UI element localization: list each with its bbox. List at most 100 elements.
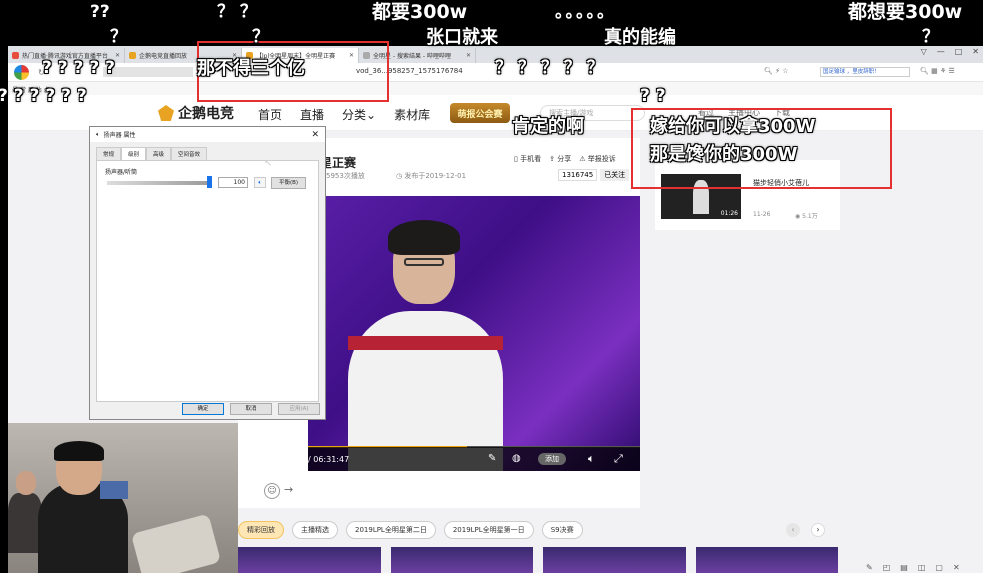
video-frame-person [348,220,503,471]
danmaku-comment: 嫁给你可以拿300W [650,116,816,137]
share-icon: ⇪ [549,155,555,163]
danmaku-comment: ？ [110,27,127,47]
tab-levels[interactable]: 级别 [121,147,147,160]
url-blur [103,67,193,77]
bookmarks-bar: 最 常 用 站 点 [8,82,983,95]
minimize-icon[interactable]: — [937,47,945,56]
danmaku-comment: ? ? ? ? ? [42,58,115,78]
tab-favicon-icon [12,52,19,59]
publish-date: ◷ 发布于2019-12-01 [396,172,467,180]
site-logo[interactable]: 企鹅电竞 [158,103,234,123]
danmaku-comment: 都要300w [372,1,468,23]
video-player[interactable] [308,196,640,471]
dialog-tabs: 常规 级别 高级 空间音效 [90,142,325,160]
danmaku-comment: 那不得三个亿 [197,58,305,79]
guild-event-badge[interactable]: 萌报公会赛 [450,103,510,123]
mute-toggle-icon[interactable]: 🔈︎ [254,177,266,188]
tab-general[interactable]: 常规 [96,147,122,160]
chip-streamer-picks[interactable]: 主播精选 [292,521,338,539]
danmaku-comment: ? ? [640,86,666,106]
volume-value-field[interactable]: 100 [218,177,248,188]
nav-category[interactable]: 分类⌄ [342,106,376,123]
tab-favicon-icon [129,52,136,59]
mouse-cursor-icon: ↖ [264,158,273,169]
fullscreen-icon[interactable]: ⤢ [614,452,623,466]
chevron-left-icon[interactable]: ‹ [786,523,800,537]
chevron-down-icon: ⌄ [366,108,377,122]
nav-material[interactable]: 素材库 [394,106,430,123]
site-nav: 首页 直播 分类⌄ 素材库 [258,106,430,123]
chip-allstar-day1[interactable]: 2019LPL全明星第一日 [443,521,534,539]
volume-icon[interactable]: 🔈︎ [588,452,595,466]
balance-button[interactable]: 平衡(B) [271,177,306,189]
tab-close-icon[interactable]: ✕ [115,52,120,59]
maximize-icon[interactable]: □ [955,47,963,56]
follow-button[interactable]: 已关注 [600,169,630,181]
video-actions: ▯ 手机看 ⇪ 分享 ⚠ 举报投诉 [514,154,616,164]
close-icon[interactable]: ✕ [972,47,979,56]
danmaku-icon[interactable]: ◍ [512,453,521,464]
fan-count: 1316745 [558,169,598,181]
speaker-icon: 🔈︎ [96,130,100,138]
dialog-title-bar: 🔈︎ 扬声器 属性 ✕ [90,127,325,142]
zoom-icon[interactable]: 🔍︎ ⚡ ☆ [764,67,789,75]
chip-s9-final[interactable]: S9决赛 [541,521,583,539]
note-icon[interactable]: ✎ [488,453,496,464]
chip-highlight-replay[interactable]: 精彩回放 [238,521,284,539]
penguin-logo-icon [158,105,174,121]
close-icon[interactable]: ✕ [311,130,319,140]
report-button[interactable]: ⚠ 举报投诉 [579,154,616,164]
toolbar-icons[interactable]: 🔍︎ ▦ ⚘ ☰ [920,67,955,75]
danmaku-comment: 。。。。。 [555,2,616,22]
ok-button[interactable]: 确定 [182,403,224,415]
danmaku-comment: ？ ？ [217,2,257,22]
phone-icon: ▯ [514,155,518,163]
replay-thumbnail[interactable] [695,547,838,573]
tab-close-icon[interactable]: ✕ [466,52,471,59]
danmaku-comment: ？ [252,27,269,47]
tab-advanced[interactable]: 高级 [146,147,172,160]
duration: 01:26 [720,210,738,217]
danmaku-comment: 那是馋你的300W [650,144,798,165]
share-button[interactable]: ⇪ 分享 [549,154,571,164]
volume-slider[interactable] [107,181,212,185]
window-controls: ▽ — □ ✕ [921,47,979,56]
recommend-views: ◉ 5.1万 [795,213,818,220]
chip-allstar-day2[interactable]: 2019LPL全明星第二日 [346,521,436,539]
apply-button[interactable]: 应用(A) [278,403,320,415]
view-count: 5953次播放 [326,172,365,180]
warning-icon: ⚠ [579,155,586,163]
danmaku-comment: 肯定的啊 [512,116,584,137]
level-label: 扬声器/听筒 [105,169,138,176]
cancel-button[interactable]: 取消 [230,403,272,415]
danmaku-comment: 都想要300w [848,1,963,23]
danmaku-comment: 张口就来 [426,27,498,48]
danmaku-comment: ? ? ? ? ? ? [0,86,87,106]
levels-panel: 扬声器/听筒 100 🔈︎ 平衡(B) [96,160,319,402]
chevron-right-icon[interactable]: › [811,523,825,537]
mobile-view-button[interactable]: ▯ 手机看 [514,154,541,164]
replay-thumbnail[interactable] [390,547,533,573]
nav-home[interactable]: 首页 [258,106,282,123]
emoji-icon[interactable]: ☺ [264,483,280,499]
page-tool-icons[interactable]: ✎◰▤◫▢✕ [866,563,970,572]
danmaku-comment: 真的能编 [604,27,676,48]
replay-thumbnail[interactable] [543,547,686,573]
danmaku-comment: ？ ？ ？ ？ ？ [495,58,604,78]
add-danmaku-button[interactable]: 添加 [538,453,566,465]
danmaku-comment: ？ [922,27,939,47]
speaker-properties-dialog: 🔈︎ 扬声器 属性 ✕ 常规 级别 高级 空间音效 扬声器/听筒 100 🔈︎ … [89,126,326,420]
streamer-webcam [8,423,238,573]
search-input[interactable]: 国足输球 ，里皮辞职！ [820,67,910,77]
volume-slider-thumb[interactable] [207,176,212,188]
replay-thumbnails [238,547,838,573]
minimize-icon[interactable]: ▽ [921,47,927,56]
replay-category-chips: 精彩回放 主播精选 2019LPL全明星第二日 2019LPL全明星第一日 S9… [238,521,583,539]
arrow-right-icon[interactable]: → [284,483,293,496]
tab-spatial[interactable]: 空间音效 [171,147,208,160]
browser-logo-icon [14,65,29,80]
nav-live[interactable]: 直播 [300,106,324,123]
recommend-date: 11-26 [753,211,771,218]
follow-area: 1316745 已关注 [558,169,630,181]
replay-thumbnail[interactable] [238,547,381,573]
